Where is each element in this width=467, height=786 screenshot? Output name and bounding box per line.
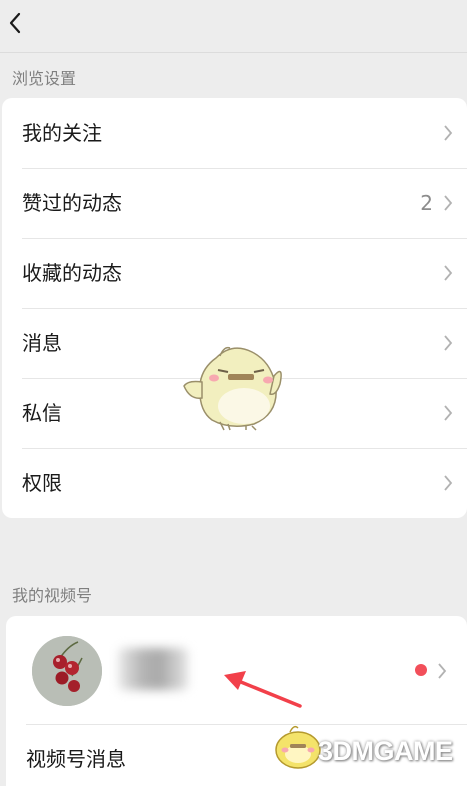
row-label: 我的关注: [22, 121, 102, 145]
unread-dot: [415, 664, 427, 676]
chevron-right-icon: [444, 405, 453, 421]
annotation-arrow-icon: [224, 671, 302, 708]
row-label: 赞过的动态: [22, 191, 122, 215]
row-label: 权限: [22, 471, 62, 495]
row-label: 消息: [22, 331, 62, 355]
chevron-right-icon: [444, 125, 453, 141]
chevron-right-icon: [444, 265, 453, 281]
row-favorited-posts[interactable]: 收藏的动态: [2, 238, 467, 308]
top-nav-bar: [0, 0, 467, 53]
row-liked-posts[interactable]: 赞过的动态 2: [2, 168, 467, 238]
chevron-right-icon: [444, 475, 453, 491]
browse-settings-section-title: 浏览设置: [12, 69, 77, 88]
chevron-right-icon: [444, 195, 453, 211]
avatar: [32, 636, 102, 706]
row-label: 视频号消息: [26, 747, 126, 771]
channel-name-blurred: [118, 648, 188, 690]
browse-settings-card: 我的关注 赞过的动态 2 收藏的动态 消息 私信 权限: [2, 98, 467, 518]
row-permissions[interactable]: 权限: [2, 448, 467, 518]
row-label: 私信: [22, 401, 62, 425]
row-my-follows[interactable]: 我的关注: [2, 98, 467, 168]
watermark-text: 3DMGAME: [318, 736, 453, 766]
row-label: 收藏的动态: [22, 261, 122, 285]
my-channels-section-title: 我的视频号: [12, 586, 93, 605]
chevron-right-icon: [438, 663, 447, 679]
chevron-right-icon: [444, 335, 453, 351]
chick-mascot-sticker: [183, 346, 282, 431]
liked-count: 2: [420, 191, 433, 215]
back-arrow-icon[interactable]: [2, 6, 36, 40]
cherries-photo: [32, 636, 102, 706]
